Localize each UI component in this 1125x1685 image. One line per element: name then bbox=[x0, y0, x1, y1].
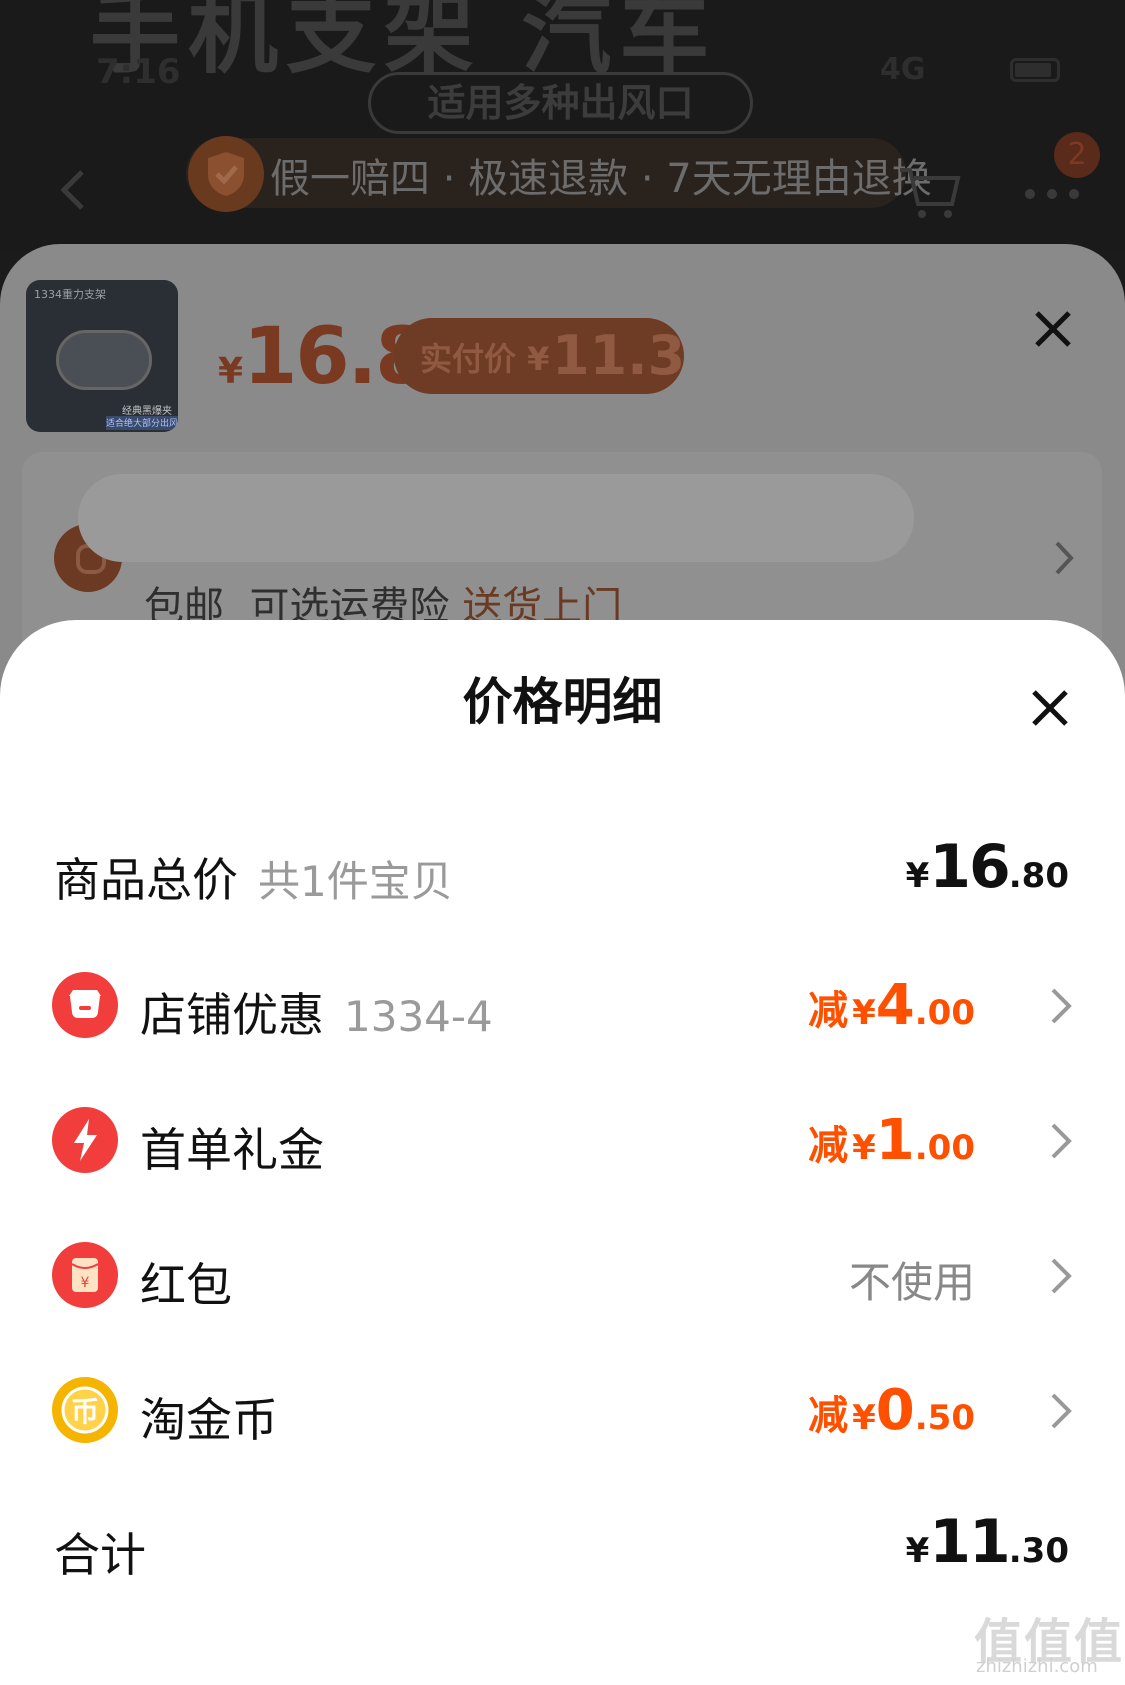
thumbnail-product-image bbox=[56, 330, 152, 390]
status-time: 7:16 bbox=[96, 52, 181, 92]
grand-total-dec: .30 bbox=[1008, 1531, 1069, 1571]
goods-total-currency: ¥ bbox=[905, 856, 930, 896]
first-order-gift-dec: .00 bbox=[914, 1128, 975, 1168]
grand-total-amount: ¥11.30 bbox=[906, 1507, 1069, 1577]
grand-total-label: 合计 bbox=[54, 1528, 146, 1582]
red-packet-status: 不使用 bbox=[848, 1258, 975, 1307]
lightning-icon bbox=[52, 1107, 118, 1173]
first-order-gift-int: 1 bbox=[875, 1108, 915, 1173]
goods-total-int: 16 bbox=[929, 832, 1010, 902]
paid-price-label: 实付价 bbox=[420, 340, 517, 378]
thumbnail-tag-sub: 适合绝大部分出风口 bbox=[106, 416, 178, 430]
price-currency: ¥ bbox=[218, 351, 244, 392]
paid-price-pill: 实付价 ¥ 11.3 bbox=[394, 318, 686, 394]
back-icon[interactable] bbox=[58, 168, 88, 216]
first-order-gift-currency: ¥ bbox=[852, 1128, 876, 1168]
store-discount-code: 1334-4 bbox=[344, 992, 493, 1041]
red-packet-row[interactable]: ¥ 红包 不使用 bbox=[0, 1225, 1125, 1325]
sheet-title: 价格明细 bbox=[462, 673, 663, 731]
taojinbi-dec: .50 bbox=[914, 1398, 975, 1438]
store-discount-amount: 减 ¥4.00 bbox=[808, 973, 975, 1038]
taojinbi-currency: ¥ bbox=[852, 1398, 876, 1438]
taojinbi-amount: 减 ¥0.50 bbox=[808, 1378, 975, 1443]
taojinbi-label: 淘金币 bbox=[140, 1393, 278, 1447]
store-discount-title: 店铺优惠 bbox=[140, 988, 324, 1042]
address-chevron-icon bbox=[1054, 540, 1074, 580]
first-order-gift-row[interactable]: 首单礼金 减 ¥1.00 bbox=[0, 1090, 1125, 1190]
grand-total-int: 11 bbox=[929, 1507, 1010, 1577]
thumbnail-caption: 1334重力支架 bbox=[34, 288, 106, 301]
paid-price-currency: ¥ bbox=[527, 340, 550, 378]
chevron-right-icon bbox=[1050, 987, 1072, 1029]
paid-price-value: 11.3 bbox=[552, 324, 686, 387]
coin-icon: 币 bbox=[52, 1377, 118, 1443]
cart-badge: 2 bbox=[1054, 132, 1100, 178]
grand-total-currency: ¥ bbox=[905, 1531, 930, 1571]
red-packet-label: 红包 bbox=[140, 1258, 232, 1312]
status-network: 4G bbox=[880, 52, 926, 87]
address-redacted bbox=[78, 474, 914, 562]
red-packet-value: 不使用 bbox=[849, 1249, 975, 1310]
guarantee-text: 假一赔四 · 极速退款 · 7天无理由退换 bbox=[270, 156, 932, 202]
store-discount-row[interactable]: 店铺优惠 1334-4 减 ¥4.00 bbox=[0, 955, 1125, 1055]
first-order-gift-prefix: 减 bbox=[808, 1123, 849, 1169]
product-thumbnail: 1334重力支架 经典黑爆夹 适合绝大部分出风口 bbox=[26, 280, 178, 432]
battery-icon bbox=[1010, 58, 1060, 82]
store-discount-label: 店铺优惠 1334-4 bbox=[140, 979, 493, 1045]
store-discount-int: 4 bbox=[875, 973, 915, 1038]
goods-total-title: 商品总价 bbox=[54, 853, 238, 907]
svg-text:币: 币 bbox=[71, 1395, 99, 1428]
banner-tag: 适用多种出风口 bbox=[368, 72, 753, 134]
store-discount-dec: .00 bbox=[914, 993, 975, 1033]
close-icon[interactable] bbox=[1030, 688, 1070, 732]
taojinbi-int: 0 bbox=[875, 1378, 915, 1443]
more-icon[interactable] bbox=[1022, 186, 1082, 205]
red-packet-icon: ¥ bbox=[52, 1242, 118, 1308]
first-order-gift-amount: 减 ¥1.00 bbox=[808, 1108, 975, 1173]
svg-text:¥: ¥ bbox=[81, 1275, 90, 1291]
store-discount-prefix: 减 bbox=[808, 988, 849, 1034]
goods-total-dec: .80 bbox=[1008, 856, 1069, 896]
store-icon bbox=[52, 972, 118, 1038]
product-banner: 手机支架 汽车 7:16 4G 适用多种出风口 假一赔四 · 极速退款 · 7天… bbox=[0, 0, 1125, 250]
taojinbi-row[interactable]: 币 淘金币 减 ¥0.50 bbox=[0, 1360, 1125, 1460]
goods-count: 共1件宝贝 bbox=[258, 857, 453, 906]
first-order-gift-label: 首单礼金 bbox=[140, 1123, 324, 1177]
goods-total-row: 商品总价 共1件宝贝 ¥16.80 bbox=[0, 820, 1125, 920]
shield-icon bbox=[188, 136, 264, 212]
watermark-url: zhizhizhi.com bbox=[976, 1656, 1098, 1677]
store-discount-currency: ¥ bbox=[852, 993, 876, 1033]
taojinbi-prefix: 减 bbox=[808, 1393, 849, 1439]
chevron-right-icon bbox=[1050, 1257, 1072, 1299]
thumbnail-tag: 经典黑爆夹 bbox=[122, 406, 172, 417]
goods-total-label: 商品总价 共1件宝贝 bbox=[54, 844, 453, 910]
chevron-right-icon bbox=[1050, 1392, 1072, 1434]
cart-icon[interactable] bbox=[898, 166, 962, 226]
sku-close-icon[interactable] bbox=[1034, 310, 1072, 352]
goods-total-amount: ¥16.80 bbox=[906, 832, 1069, 902]
grand-total-row: 合计 ¥11.30 bbox=[0, 1495, 1125, 1595]
chevron-right-icon bbox=[1050, 1122, 1072, 1164]
